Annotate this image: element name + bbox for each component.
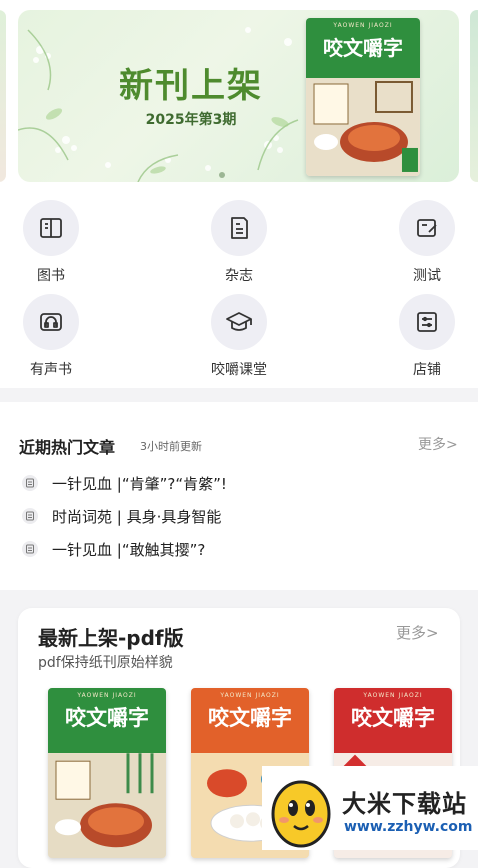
- category-label: 图书: [37, 268, 65, 284]
- article-item[interactable]: 一针见血 |“敢触其撄”?: [22, 538, 205, 560]
- category-tests[interactable]: 测试: [382, 200, 472, 285]
- watermark-text: 大米下载站: [342, 790, 467, 818]
- egg-mascot-logo: [271, 780, 331, 848]
- cover-food-illustration: [306, 78, 420, 176]
- cover-pinyin: YAOWEN JIAOZI: [333, 22, 393, 29]
- store-icon: [399, 294, 455, 350]
- banner-title: 新刊上架: [119, 66, 263, 106]
- category-label: 咬嚼课堂: [211, 362, 267, 378]
- update-time: 3小时前更新: [140, 440, 202, 453]
- article-icon: [22, 508, 38, 524]
- magazine-icon: [211, 200, 267, 256]
- carousel-indicator[interactable]: [219, 172, 225, 178]
- site-watermark: 大米下载站 www.zzhyw.com: [262, 766, 478, 850]
- banner-issue-number: 2025年第3期: [145, 112, 237, 128]
- cover-title: 咬文嚼字: [323, 36, 403, 60]
- new-issue-banner[interactable]: 新刊上架 2025年第3期 YAOWEN JIAOZI 咬文嚼字: [18, 10, 459, 182]
- watermark-url: www.zzhyw.com: [344, 819, 473, 835]
- article-title: 一针见血 |“敢触其撄”?: [52, 540, 206, 559]
- article-item[interactable]: 一针见血 |“肯肇”?“肯綮”!: [22, 472, 227, 494]
- article-title: 时尚词苑 | 具身·具身智能: [52, 507, 222, 526]
- category-classroom[interactable]: 咬嚼课堂: [194, 294, 284, 379]
- hot-articles-title: 近期热门文章: [19, 438, 116, 457]
- category-label: 测试: [413, 268, 441, 284]
- cover-title: 咬文嚼字: [208, 705, 292, 730]
- cover-pinyin: YAOWEN JIAOZI: [220, 692, 280, 699]
- article-icon: [22, 475, 38, 491]
- category-grid: 图书 杂志 测试 有声书 咬嚼课堂 店铺: [0, 190, 478, 388]
- banner-prev-peek[interactable]: [0, 10, 6, 182]
- hot-articles-section: 近期热门文章 3小时前更新 更多> 一针见血 |“肯肇”?“肯綮”! 时尚词苑 …: [0, 402, 478, 590]
- test-edit-icon: [399, 200, 455, 256]
- category-store[interactable]: 店铺: [382, 294, 472, 379]
- book-icon: [23, 200, 79, 256]
- graduation-cap-icon: [211, 294, 267, 350]
- article-icon: [22, 541, 38, 557]
- cover-food-illustration: [48, 752, 166, 858]
- cover-title: 咬文嚼字: [65, 705, 149, 730]
- category-label: 杂志: [225, 268, 253, 284]
- category-label: 有声书: [30, 362, 72, 378]
- pdf-more-link[interactable]: 更多>: [396, 622, 439, 643]
- pdf-section-subtitle: pdf保持纸刊原始样貌: [38, 655, 173, 671]
- cover-pinyin: YAOWEN JIAOZI: [363, 692, 423, 699]
- hot-articles-more-link[interactable]: 更多>: [418, 434, 458, 454]
- article-item[interactable]: 时尚词苑 | 具身·具身智能: [22, 505, 221, 527]
- banner-magazine-cover: YAOWEN JIAOZI 咬文嚼字: [306, 18, 420, 176]
- category-books[interactable]: 图书: [6, 200, 96, 285]
- pdf-magazine-cover[interactable]: YAOWEN JIAOZI 咬文嚼字: [48, 688, 166, 858]
- cover-pinyin: YAOWEN JIAOZI: [77, 692, 137, 699]
- category-label: 店铺: [413, 362, 441, 378]
- cover-title: 咬文嚼字: [351, 705, 435, 730]
- category-audiobooks[interactable]: 有声书: [6, 294, 96, 379]
- banner-next-peek[interactable]: [470, 10, 478, 182]
- article-title: 一针见血 |“肯肇”?“肯綮”!: [52, 474, 227, 493]
- pdf-section-title: 最新上架-pdf版: [38, 626, 184, 650]
- headphones-icon: [23, 294, 79, 350]
- category-magazines[interactable]: 杂志: [194, 200, 284, 285]
